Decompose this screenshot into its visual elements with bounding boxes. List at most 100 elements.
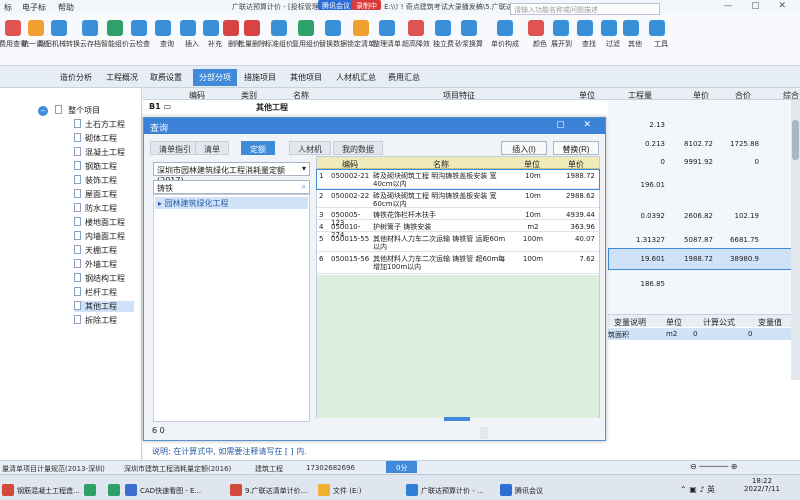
tab-2[interactable]: 取费设置 [150, 72, 182, 83]
ribbon-button-17[interactable]: 独立费 [432, 20, 454, 49]
dialog-tab-2[interactable]: 定额 [241, 141, 275, 155]
tree-item-6[interactable]: 防水工程 [74, 203, 117, 214]
tree-item-5[interactable]: 屋面工程 [74, 189, 117, 200]
ribbon-button-14[interactable]: 锁定清单 [347, 20, 375, 49]
status-score-badge[interactable]: 0分 [386, 461, 418, 473]
tree-item-garden[interactable]: ▸ 园林建筑绿化工程 [155, 197, 308, 209]
taskbar-item-0[interactable]: 钢筋混凝土工程造... [2, 480, 80, 496]
ribbon-button-0[interactable]: 费用查看 [0, 20, 27, 49]
grid-header-cell[interactable]: 项目特征 [443, 90, 475, 101]
grid-cell-price[interactable]: 8102.72 [679, 140, 713, 148]
ribbon-button-23[interactable]: 过滤 [598, 20, 620, 49]
dialog-tab-1[interactable]: 清单 [195, 141, 229, 155]
ribbon-button-7[interactable]: 插入 [177, 20, 199, 49]
tab-0[interactable]: 造价分析 [60, 72, 92, 83]
ribbon-button-22[interactable]: 查找 [574, 20, 596, 49]
tray-icons[interactable]: ⌃ ▣ ♪ 英 [680, 480, 715, 496]
zoom-slider[interactable]: ⊖ ────── ⊕ [690, 462, 737, 471]
grid-scrollbar[interactable] [791, 100, 800, 380]
menu-item-bid[interactable]: 标 [4, 2, 12, 13]
tree-root-label[interactable]: 整个项目 [68, 106, 100, 115]
ribbon-button-21[interactable]: 展开到 [550, 20, 572, 49]
grid-cell-price[interactable]: 9991.92 [679, 158, 713, 166]
grid-cell-price[interactable]: 5087.87 [679, 236, 713, 244]
taskbar-item-1[interactable] [84, 480, 99, 496]
meeting-badge[interactable]: 腾讯会议 [318, 0, 354, 10]
tab-5[interactable]: 其他项目 [290, 72, 322, 83]
tab-6[interactable]: 人材机汇总 [336, 72, 376, 83]
grid-cell-qty[interactable]: 1.31327 [613, 236, 665, 244]
clock[interactable]: 18:22 2022/7/11 [734, 477, 790, 493]
ribbon-button-13[interactable]: 替换数据 [319, 20, 347, 49]
search-icon[interactable]: ⌕ [302, 182, 306, 192]
tab-7[interactable]: 费用汇总 [388, 72, 420, 83]
ribbon-button-15[interactable]: 整理清单 [373, 20, 401, 49]
var-cell-unit[interactable]: m2 [666, 330, 677, 338]
function-search-input[interactable]: 请输入功能名称或问题描述 [510, 3, 660, 15]
tree-item-13[interactable]: 其他工程 [74, 301, 134, 312]
grid-cell-total[interactable]: 102.19 [723, 212, 760, 220]
menu-item-e-bid[interactable]: 电子标 [22, 2, 46, 13]
ribbon-button-5[interactable]: 云检查 [128, 20, 150, 49]
ribbon-button-6[interactable]: 查询 [152, 20, 174, 49]
grid-cell-qty[interactable]: 0 [613, 158, 665, 166]
tree-item-12[interactable]: 栏杆工程 [74, 287, 117, 298]
tab-3[interactable]: 分部分项 [193, 69, 237, 86]
ribbon-button-25[interactable]: 工具 [646, 20, 668, 49]
dialog-tab-0[interactable]: 清单指引 [150, 141, 200, 155]
grid-cell-qty[interactable]: 19.601 [613, 255, 666, 263]
ribbon-button-18[interactable]: 砂浆换算 [455, 20, 483, 49]
splitter-handle[interactable] [444, 417, 470, 421]
dialog-window-controls[interactable]: ▢ ✕ [556, 120, 599, 130]
tab-4[interactable]: 措施项目 [244, 72, 276, 83]
chevron-down-icon[interactable]: ▾ [302, 164, 306, 173]
tree-node-expander[interactable]: − 整个项目 [38, 105, 100, 116]
result-row[interactable]: 4 050010-274 护树篱子 铸铁安装 m2 363.96 [317, 221, 599, 239]
dialog-tab-4[interactable]: 我的数据 [333, 141, 383, 155]
tree-item-0[interactable]: 土石方工程 [74, 119, 125, 130]
tree-item-1[interactable]: 砌体工程 [74, 133, 117, 144]
ribbon-button-24[interactable]: 其他 [620, 20, 642, 49]
ribbon-button-20[interactable]: 颜色 [525, 20, 547, 49]
grid-cell-price[interactable]: 1988.72 [679, 255, 713, 263]
window-controls[interactable]: — ▢ ✕ [723, 1, 794, 11]
ribbon-button-4[interactable]: 智能组价 [101, 20, 129, 49]
tree-item-3[interactable]: 钢筋工程 [74, 161, 117, 172]
grid-cell-qty[interactable]: 196.01 [613, 181, 666, 189]
grid-cell-qty[interactable]: 186.85 [613, 280, 666, 288]
recording-badge[interactable]: 录制中 [352, 0, 381, 10]
taskbar-item-6[interactable]: 腾讯会议 [500, 480, 543, 496]
tree-item-7[interactable]: 楼地面工程 [74, 217, 125, 228]
grid-cell-total[interactable]: 0 [723, 158, 759, 166]
dialog-tab-3[interactable]: 人材机 [289, 141, 331, 155]
replace-button[interactable]: 替换(R) [553, 141, 599, 155]
taskbar-item-4[interactable]: 文件 (E:) [318, 480, 361, 496]
result-row[interactable]: 1 050002-21 砖及砌块砌筑工程 明沟铸铁盖板安装 宽40cm以内 10m 19… [316, 169, 600, 190]
taskbar-item-chat[interactable] [108, 480, 123, 496]
ribbon-button-19[interactable]: 单价构成 [491, 20, 519, 49]
grid-cell-total[interactable]: 1725.88 [723, 140, 759, 148]
var-cell-desc[interactable]: 筑面积 [608, 330, 629, 340]
ribbon-button-2[interactable]: 新旧机械转换 [38, 20, 80, 49]
tree-item-11[interactable]: 钢结构工程 [74, 273, 125, 284]
tree-item-8[interactable]: 内墙面工程 [74, 231, 125, 242]
grid-cell-total[interactable]: 38980.9 [723, 255, 759, 263]
taskbar-item-5[interactable]: 广联达预算计价 - ... [406, 480, 484, 496]
tree-item-14[interactable]: 拆除工程 [74, 315, 117, 326]
ribbon-button-16[interactable]: 超高降效 [402, 20, 430, 49]
tree-item-2[interactable]: 混凝土工程 [74, 147, 125, 158]
grid-cell-price[interactable]: 2606.82 [679, 212, 713, 220]
grid-cell-total[interactable]: 6681.75 [723, 236, 759, 244]
result-row[interactable]: 3 050005-123 铸铁花饰栏杆木扶手 10m 4939.44 [317, 209, 599, 227]
grid-header-cell[interactable]: 名称 [293, 90, 309, 101]
ribbon-button-10[interactable]: 批量删除 [238, 20, 266, 49]
grid-header-cell[interactable]: 编码 [189, 90, 205, 101]
result-row[interactable]: 2 050002-22 砖及砌块砌筑工程 明沟铸铁盖板安装 宽60cm以内 10m 29… [317, 190, 599, 208]
tab-1[interactable]: 工程概况 [106, 72, 138, 83]
ribbon-button-11[interactable]: 标准组价 [265, 20, 293, 49]
ribbon-button-8[interactable]: 补充 [200, 20, 222, 49]
grid-cell-qty[interactable]: 0.213 [613, 140, 665, 148]
result-row[interactable]: 6 050015-56 其他材料人力车二次运输 铸铁管 超60m每增加100m以内 1… [317, 253, 599, 274]
tree-item-4[interactable]: 装饰工程 [74, 175, 117, 186]
var-cell-formula[interactable]: 0 [693, 330, 697, 338]
